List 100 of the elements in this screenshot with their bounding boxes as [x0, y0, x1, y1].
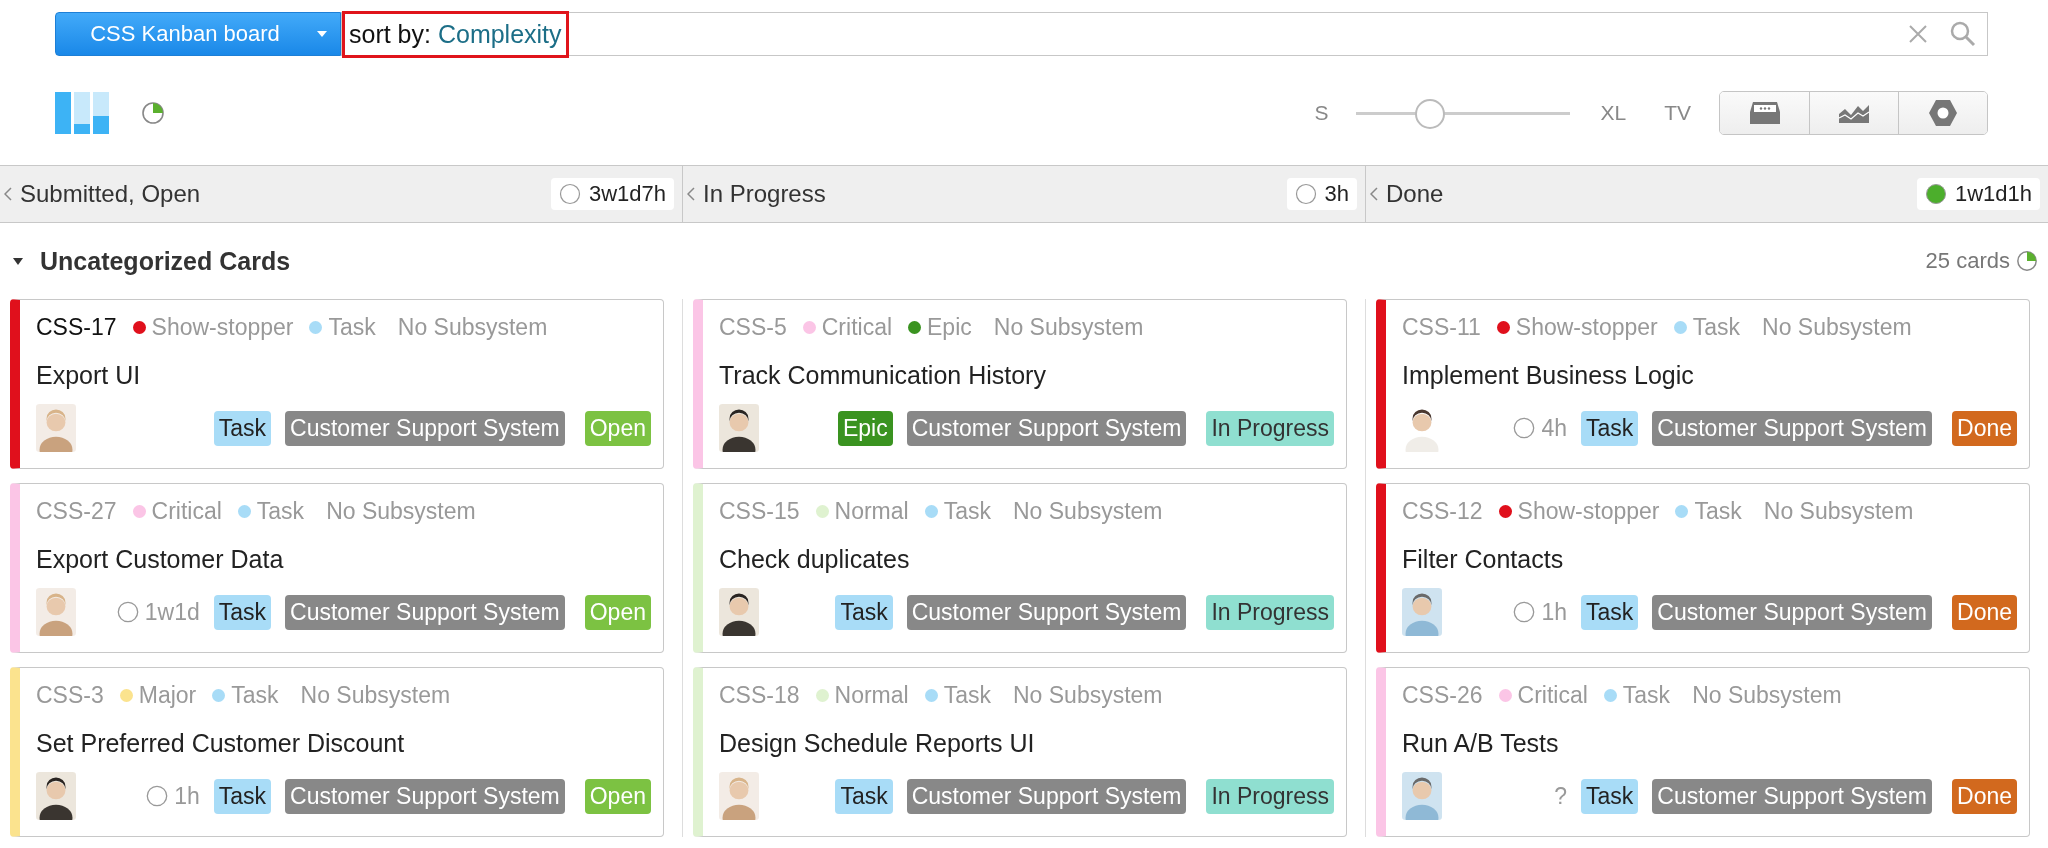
task-card[interactable]: CSS-18 Normal Task No Subsystem Design Schedule Reports UI Task Customer Support System In Progress	[693, 667, 1347, 837]
tag[interactable]: Task	[835, 778, 893, 814]
type-label: Task	[231, 682, 279, 709]
size-slider[interactable]	[1356, 98, 1571, 128]
pie-chart-icon	[2016, 250, 2038, 272]
card-id: CSS-18	[719, 682, 800, 709]
tag[interactable]: Customer Support System	[1652, 410, 1932, 446]
total-text: 3h	[1324, 181, 1349, 207]
estimate-text: 4h	[1541, 414, 1567, 442]
search-field[interactable]: sort by: Complexity	[341, 12, 1988, 56]
tag[interactable]: Customer Support System	[906, 410, 1187, 446]
card-id: CSS-3	[36, 682, 104, 709]
tag[interactable]: Customer Support System	[1652, 778, 1932, 814]
caret-icon	[316, 30, 328, 38]
subsystem-label: No Subsystem	[1692, 682, 1842, 709]
query-text: sort by: Complexity	[342, 10, 569, 58]
card-id: CSS-12	[1402, 498, 1483, 525]
search-icon[interactable]	[1949, 20, 1977, 48]
tag[interactable]: Task	[1581, 594, 1639, 630]
tag[interactable]: Task	[1581, 410, 1639, 446]
type-label: Task	[943, 682, 991, 709]
subsystem-label: No Subsystem	[300, 682, 451, 709]
close-icon[interactable]	[1907, 23, 1929, 45]
subsystem-label: No Subsystem	[397, 314, 548, 341]
estimate-text: ?	[1554, 782, 1567, 810]
tag[interactable]: Customer Support System	[285, 410, 565, 446]
task-card[interactable]: CSS-11 Show-stopper Task No Subsystem Implement Business Logic 4h Task Customer Support System Done	[1376, 299, 2030, 469]
card-id: CSS-17	[36, 314, 117, 341]
card-count: 25 cards	[1925, 248, 2010, 274]
inbox-button[interactable]	[1720, 92, 1809, 134]
tag[interactable]: Task	[213, 410, 271, 446]
priority-label: Show-stopper	[1515, 314, 1658, 341]
size-label: TV	[1664, 101, 1691, 125]
priority-label: Critical	[151, 498, 222, 525]
task-card[interactable]: CSS-15 Normal Task No Subsystem Check duplicates Task Customer Support System In Progress	[693, 483, 1347, 653]
subsystem-label: No Subsystem	[1763, 498, 1914, 525]
estimate-text: 1h	[174, 782, 200, 810]
card-title: Design Schedule Reports UI	[719, 729, 1036, 758]
card-title: Export Customer Data	[36, 545, 285, 574]
type-label: Task	[328, 314, 376, 341]
type-label: Task	[1694, 498, 1742, 525]
tag[interactable]: Done	[1952, 778, 2017, 814]
pie-chart-icon[interactable]	[141, 101, 165, 125]
tag[interactable]: Done	[1952, 410, 2017, 446]
tag[interactable]: Task	[213, 594, 271, 630]
size-label: XL	[1600, 101, 1627, 125]
tag[interactable]: Customer Support System	[906, 778, 1187, 814]
tag[interactable]: In Progress	[1206, 778, 1334, 814]
card-id: CSS-26	[1402, 682, 1483, 709]
estimate-text: 1w1d	[144, 598, 200, 626]
subsystem-label: No Subsystem	[1012, 682, 1163, 709]
card-id: CSS-5	[719, 314, 787, 341]
board-logo-icon	[55, 92, 109, 134]
subsystem-label: No Subsystem	[1762, 314, 1912, 341]
tag[interactable]: Epic	[837, 410, 893, 446]
task-card[interactable]: CSS-3 Major Task No Subsystem Set Preferred Customer Discount 1h Task Customer Support System Open	[10, 667, 664, 837]
card-title: Set Preferred Customer Discount	[36, 729, 406, 758]
tag[interactable]: Task	[835, 594, 893, 630]
card-title: Check duplicates	[719, 545, 911, 574]
tag[interactable]: Customer Support System	[285, 594, 565, 630]
priority-label: Show-stopper	[1517, 498, 1660, 525]
task-card[interactable]: CSS-17 Show-stopper Task No Subsystem Export UI Task Customer Support System Open	[10, 299, 664, 469]
tag[interactable]: In Progress	[1206, 410, 1334, 446]
priority-label: Major	[138, 682, 197, 709]
card-title: Export UI	[36, 361, 142, 390]
settings-button[interactable]	[1898, 92, 1987, 134]
card-id: CSS-27	[36, 498, 117, 525]
task-card[interactable]: CSS-12 Show-stopper Task No Subsystem Filter Contacts 1h Task Customer Support System Done	[1376, 483, 2030, 653]
tag[interactable]: Customer Support System	[1652, 594, 1932, 630]
type-label: Task	[943, 498, 991, 525]
priority-label: Normal	[834, 682, 909, 709]
task-card[interactable]: CSS-5 Critical Epic No Subsystem Track Communication History Epic Customer Support System In Progress	[693, 299, 1347, 469]
total-text: 3w1d7h	[588, 181, 666, 207]
size-label: S	[1314, 101, 1329, 125]
card-title: Filter Contacts	[1402, 545, 1565, 574]
tag[interactable]: Customer Support System	[906, 594, 1187, 630]
type-label: Task	[256, 498, 305, 525]
tag[interactable]: Task	[1581, 778, 1639, 814]
type-label: Epic	[927, 314, 972, 341]
card-id: CSS-15	[719, 498, 800, 525]
chart-button[interactable]	[1809, 92, 1898, 134]
tag[interactable]: Customer Support System	[285, 778, 565, 814]
card-title: Track Communication History	[719, 361, 1047, 390]
tag[interactable]: In Progress	[1206, 594, 1334, 630]
tag[interactable]: Task	[213, 778, 271, 814]
expanded-triangle-icon[interactable]	[12, 255, 24, 267]
priority-label: Critical	[821, 314, 893, 341]
group-title: Uncategorized Cards	[40, 246, 291, 276]
estimate-text: 1h	[1541, 598, 1567, 626]
slider-thumb[interactable]	[1415, 99, 1446, 129]
task-card[interactable]: CSS-27 Critical Task No Subsystem Export Customer Data 1w1d Task Customer Support System Open	[10, 483, 664, 653]
column-title: In Progress	[703, 180, 826, 208]
card-id: CSS-11	[1402, 314, 1481, 341]
tag[interactable]: Done	[1952, 594, 2017, 630]
hexagon-icon	[1928, 99, 1958, 127]
task-card[interactable]: CSS-26 Critical Task No Subsystem Run A/B Tests ? Task Customer Support System Done	[1376, 667, 2030, 837]
column-title: Submitted, Open	[20, 180, 201, 208]
column-title: Done	[1386, 180, 1444, 208]
subsystem-label: No Subsystem	[1012, 498, 1163, 525]
type-label: Task	[1692, 314, 1741, 341]
